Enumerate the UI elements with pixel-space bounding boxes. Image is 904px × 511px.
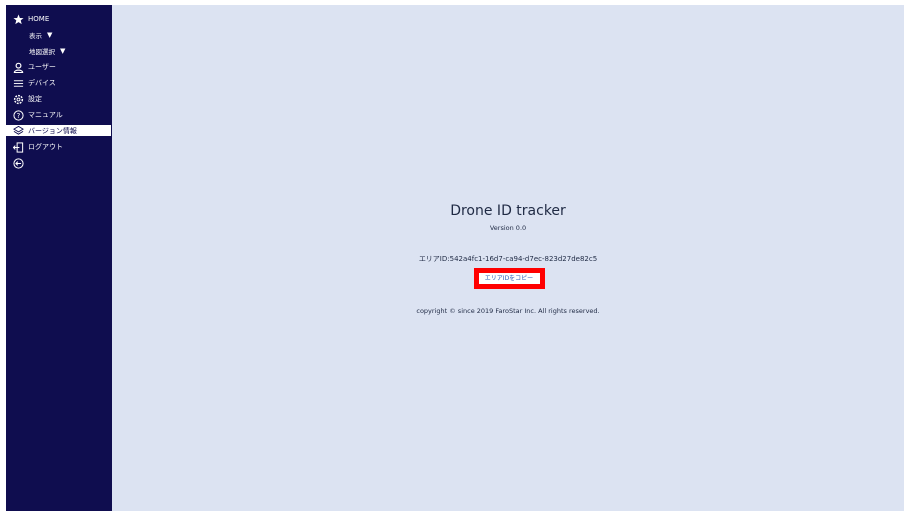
sidebar-item-devices[interactable]: デバイス <box>6 75 112 91</box>
sidebar-item-label: HOME <box>28 15 50 23</box>
user-icon <box>13 62 24 73</box>
layers-icon <box>13 125 24 136</box>
help-icon: ? <box>13 109 24 121</box>
sidebar-item-label: デバイス <box>28 79 56 87</box>
sidebar-collapse-button[interactable] <box>6 155 112 171</box>
copyright-text: copyright © since 2019 FaroStar Inc. All… <box>416 307 600 315</box>
area-id-text: エリアID:542a4fc1-16d7-ca94-d7ec-823d27de82… <box>418 255 598 263</box>
sidebar-item-map-select[interactable]: 地図選択 ▼ <box>6 43 112 59</box>
main-content: Drone ID tracker Version 0.0 エリアID:542a4… <box>112 5 904 511</box>
sidebar-item-settings[interactable]: 設定 <box>6 91 112 107</box>
app-frame: HOME 表示 ▼ 地図選択 ▼ ユーザー デバイス 設定 ? マニュアル バー… <box>6 5 904 511</box>
collapse-icon <box>13 157 24 169</box>
list-icon <box>13 78 24 89</box>
sidebar-item-label: ユーザー <box>28 63 56 71</box>
star-icon <box>13 13 24 25</box>
copy-button-highlight: エリアIDをコピー <box>473 268 545 289</box>
caret-down-icon: ▼ <box>47 31 53 39</box>
sidebar-item-home[interactable]: HOME <box>6 11 112 27</box>
about-panel: Drone ID tracker Version 0.0 エリアID:542a4… <box>112 202 904 315</box>
caret-down-icon: ▼ <box>60 47 66 55</box>
copy-area-id-button[interactable]: エリアIDをコピー <box>478 273 540 284</box>
svg-text:?: ? <box>17 111 21 119</box>
app-title: Drone ID tracker <box>450 203 566 219</box>
sidebar-item-logout[interactable]: ログアウト <box>6 139 112 155</box>
gear-icon <box>13 94 24 105</box>
sidebar-item-users[interactable]: ユーザー <box>6 59 112 75</box>
sidebar-item-label: 設定 <box>28 95 42 103</box>
logout-icon <box>13 141 24 153</box>
sidebar-item-label: 表示 <box>29 32 42 40</box>
sidebar-item-display[interactable]: 表示 ▼ <box>6 27 112 43</box>
sidebar: HOME 表示 ▼ 地図選択 ▼ ユーザー デバイス 設定 ? マニュアル バー… <box>6 5 112 511</box>
sidebar-item-label: マニュアル <box>28 111 63 119</box>
sidebar-item-label: 地図選択 <box>29 48 55 56</box>
sidebar-item-label: ログアウト <box>28 143 63 151</box>
version-text: Version 0.0 <box>489 224 527 232</box>
sidebar-item-manual[interactable]: ? マニュアル <box>6 107 112 123</box>
sidebar-item-version-info[interactable]: バージョン情報 <box>6 125 111 136</box>
sidebar-item-label: バージョン情報 <box>28 126 77 135</box>
